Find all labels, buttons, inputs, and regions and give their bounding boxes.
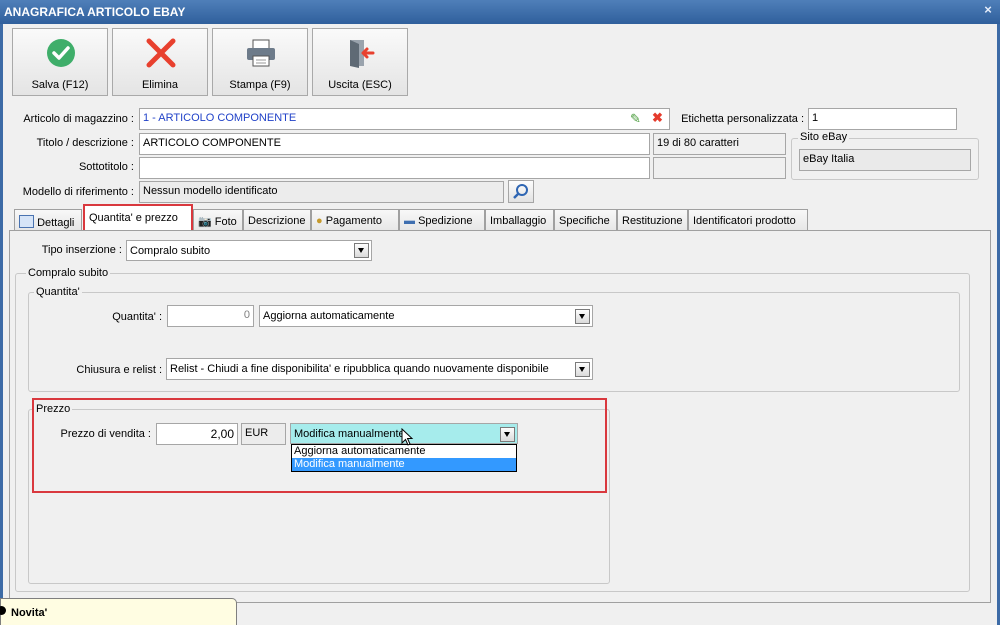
prezzo-field[interactable]: 2,00 <box>156 423 238 445</box>
tab-identificatori-label: Identificatori prodotto <box>693 215 796 227</box>
tab-dettagli-label: Dettagli <box>37 217 75 229</box>
titolo-value: ARTICOLO COMPONENTE <box>143 137 281 149</box>
etichetta-label: Etichetta personalizzata : <box>681 113 804 125</box>
coins-icon: ● <box>316 215 323 227</box>
mouse-cursor-icon <box>401 428 414 446</box>
modello-search-button[interactable] <box>508 180 534 203</box>
bullet-icon <box>0 606 6 615</box>
chevron-down-icon[interactable] <box>500 427 515 442</box>
save-button[interactable]: Salva (F12) <box>12 28 108 96</box>
novita-panel[interactable]: Novita' <box>0 598 237 625</box>
quantita-group-title: Quantita' <box>34 286 82 298</box>
dropdown-option-selected[interactable]: Modifica manualmente <box>292 458 516 471</box>
etichetta-field[interactable]: 1 <box>808 108 957 130</box>
tab-foto-label: Foto <box>214 216 237 228</box>
currency-field: EUR <box>241 423 286 445</box>
prezzo-mode-dropdown: Aggiorna automaticamente Modifica manual… <box>291 444 517 472</box>
exit-button-label: Uscita (ESC) <box>328 79 392 91</box>
chiusura-relist-select[interactable]: Relist - Chiudi a fine disponibilita' e … <box>166 358 593 380</box>
clear-x-icon[interactable]: ✖ <box>652 110 663 126</box>
tab-quantita-prezzo[interactable]: Quantita' e prezzo <box>83 204 193 231</box>
tab-quantita-prezzo-label: Quantita' e prezzo <box>89 212 178 224</box>
tipo-inserzione-value: Compralo subito <box>130 245 211 257</box>
modello-value: Nessun modello identificato <box>143 185 278 197</box>
delete-button-label: Elimina <box>141 79 179 91</box>
chiusura-label: Chiusura e relist : <box>76 364 162 376</box>
sottotitolo-counter <box>653 157 786 179</box>
exit-button[interactable]: Uscita (ESC) <box>312 28 408 96</box>
tab-restituzione-label: Restituzione <box>622 215 683 227</box>
titolo-field[interactable]: ARTICOLO COMPONENTE <box>139 133 650 155</box>
sito-ebay-value: eBay Italia <box>803 153 855 165</box>
modello-field: Nessun modello identificato <box>139 181 504 203</box>
tab-descrizione[interactable]: Descrizione <box>243 209 311 231</box>
sito-ebay-title: Sito eBay <box>798 131 850 143</box>
quantita-mode-select[interactable]: Aggiorna automaticamente <box>259 305 593 327</box>
modello-label: Modello di riferimento : <box>22 186 134 198</box>
truck-icon: ▬ <box>404 215 415 227</box>
char-count-text: 19 di 80 caratteri <box>657 137 739 149</box>
currency-value: EUR <box>245 427 269 439</box>
edit-pencil-icon[interactable]: ✎ <box>630 111 641 127</box>
tab-imballaggio-label: Imballaggio <box>490 215 547 227</box>
chevron-down-icon[interactable] <box>575 362 590 377</box>
sottotitolo-field[interactable] <box>139 157 650 179</box>
tab-specifiche[interactable]: Specifiche <box>554 209 617 231</box>
char-counter: 19 di 80 caratteri <box>653 133 786 155</box>
printer-icon <box>247 39 275 67</box>
chiusura-relist-value: Relist - Chiudi a fine disponibilita' e … <box>170 363 549 375</box>
tipo-inserzione-select[interactable]: Compralo subito <box>126 240 372 261</box>
articolo-value: 1 - ARTICOLO COMPONENTE <box>143 112 297 124</box>
delete-button[interactable]: Elimina <box>112 28 208 96</box>
sottotitolo-label: Sottotitolo : <box>78 161 134 173</box>
tab-pagamento[interactable]: ● Pagamento <box>311 209 399 231</box>
window-title: ANAGRAFICA ARTICOLO EBAY <box>4 5 186 19</box>
check-icon <box>47 39 75 67</box>
camera-icon: 📷 <box>198 216 212 228</box>
close-window-button[interactable]: × <box>980 3 996 19</box>
tab-imballaggio[interactable]: Imballaggio <box>485 209 554 231</box>
window-titlebar: ANAGRAFICA ARTICOLO EBAY × <box>0 0 1000 24</box>
print-button-label: Stampa (F9) <box>229 79 291 91</box>
print-button[interactable]: Stampa (F9) <box>212 28 308 96</box>
tab-restituzione[interactable]: Restituzione <box>617 209 688 231</box>
delete-x-icon <box>146 38 176 68</box>
grid-icon <box>19 215 34 228</box>
prezzo-value: 2,00 <box>210 427 234 441</box>
etichetta-value: 1 <box>812 112 819 124</box>
tab-dettagli[interactable]: Dettagli <box>14 209 82 231</box>
titolo-label: Titolo / descrizione : <box>36 137 134 149</box>
sito-ebay-field: eBay Italia <box>799 149 971 171</box>
quantita-field[interactable]: 0 <box>167 305 254 327</box>
articolo-label: Articolo di magazzino : <box>23 113 134 125</box>
chevron-down-icon[interactable] <box>354 243 369 258</box>
search-icon <box>513 184 528 199</box>
chevron-down-icon[interactable] <box>575 309 590 324</box>
prezzo-mode-value: Modifica manualmente <box>294 428 405 440</box>
save-button-label: Salva (F12) <box>31 79 89 91</box>
prezzo-label: Prezzo di vendita : <box>60 428 152 440</box>
quantita-value: 0 <box>243 309 250 321</box>
quantita-mode-value: Aggiorna automaticamente <box>263 310 395 322</box>
tipo-inserzione-label: Tipo inserzione : <box>41 244 122 256</box>
quantita-label: Quantita' : <box>112 311 162 323</box>
tab-specifiche-label: Specifiche <box>559 215 610 227</box>
compralo-subito-title: Compralo subito <box>26 267 111 279</box>
tab-spedizione[interactable]: ▬ Spedizione <box>399 209 485 231</box>
tab-pagamento-label: Pagamento <box>325 215 382 227</box>
articolo-field[interactable]: 1 - ARTICOLO COMPONENTE <box>139 108 670 130</box>
tab-spedizione-label: Spedizione <box>418 215 473 227</box>
tab-identificatori-prodotto[interactable]: Identificatori prodotto <box>688 209 808 231</box>
tab-foto[interactable]: 📷 Foto <box>193 209 243 231</box>
exit-door-icon <box>350 40 375 68</box>
tab-descrizione-label: Descrizione <box>248 215 306 227</box>
novita-label: Novita' <box>11 607 48 619</box>
